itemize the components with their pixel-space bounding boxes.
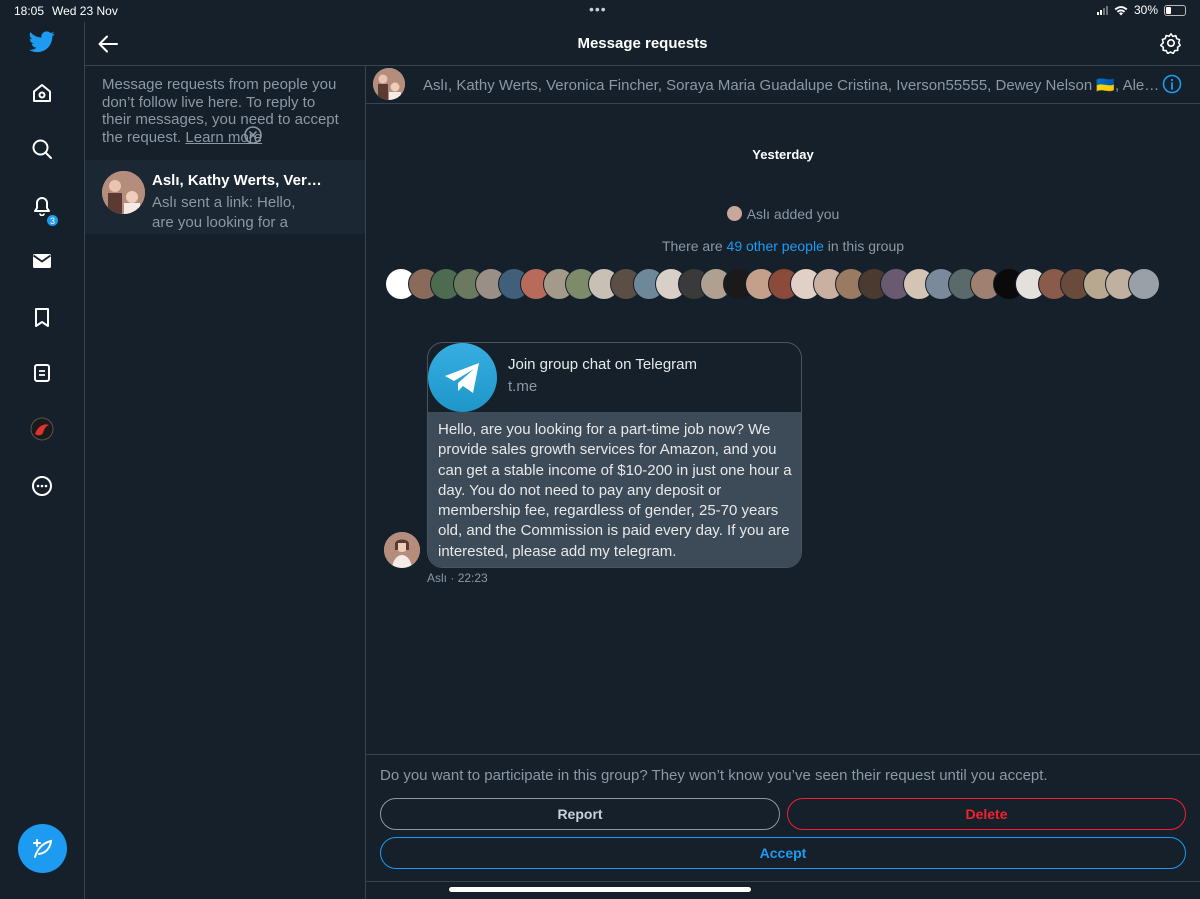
conversation-header[interactable]: Aslı, Kathy Werts, Veronica Fincher, Sor… [366,66,1200,104]
participate-prompt: Do you want to participate in this group… [380,767,1048,784]
status-date: Wed 23 Nov [52,4,118,18]
request-actions: Do you want to participate in this group… [366,754,1200,899]
accept-button[interactable]: Accept [380,837,1186,869]
profile-icon[interactable] [28,415,56,443]
member-facepile[interactable] [385,268,1175,300]
group-avatar [373,68,405,100]
message-requests-list: Message requests from people you don’t f… [85,66,366,899]
others-prefix: There are [661,238,723,254]
notification-count-badge: 3 [46,214,59,227]
group-size-notice: There are 49 other people in this group [366,238,1200,254]
settings-gear-icon[interactable] [1159,32,1184,56]
nav-rail: 3 [0,22,85,899]
added-notice: Aslı added you [366,206,1200,222]
message-time: · 22:23 [450,571,488,585]
link-card-title: Join group chat on Telegram [508,356,698,373]
link-card[interactable]: Join group chat on Telegram t.me Hello, … [427,342,802,568]
battery-fill [1166,6,1171,14]
delete-button[interactable]: Delete [787,798,1186,830]
report-button[interactable]: Report [380,798,780,830]
day-separator: Yesterday [752,147,814,162]
link-card-domain: t.me [508,378,538,395]
request-item[interactable]: Aslı, Kathy Werts, Veronica Fincher Aslı… [85,160,365,234]
request-preview: Aslı sent a link: Hello, are you looking… [152,194,296,231]
home-indicator[interactable] [449,887,751,892]
home-icon[interactable] [28,79,56,107]
battery-percent: 30% [1133,3,1158,17]
battery-icon [1164,4,1186,16]
messages-icon[interactable] [28,247,56,275]
page-title: Message requests [577,35,708,52]
signal-icon [1096,5,1108,15]
telegram-logo-icon [428,343,497,412]
others-suffix: in this group [827,238,905,254]
added-text: Aslı added you [746,206,840,222]
requests-info-text: Message requests from people you don’t f… [85,66,365,146]
adder-avatar [726,206,742,221]
status-indicators: 30% [1096,3,1186,17]
request-name: Aslı, Kathy Werts, Veronica Fincher [152,172,322,189]
sender-avatar[interactable] [384,532,420,568]
other-people-link[interactable]: 49 other people [727,238,824,254]
message-sender: Aslı [427,571,448,585]
more-icon[interactable] [28,472,56,500]
lists-icon[interactable] [28,359,56,387]
message-meta: Aslı · 22:23 [427,571,488,585]
top-bar: Message requests [85,22,1200,66]
wifi-icon [1114,5,1128,15]
member-avatar [1127,268,1160,300]
bookmarks-icon[interactable] [28,303,56,331]
multitasking-dots-icon[interactable]: ••• [589,1,607,17]
dismiss-request-icon[interactable] [243,125,263,150]
twitter-logo-icon[interactable] [28,28,56,56]
avatar [102,171,145,214]
group-members: Aslı, Kathy Werts, Veronica Fincher, Sor… [423,77,1160,94]
info-icon[interactable] [1162,74,1182,99]
divider [366,881,1200,882]
message-text: Hello, are you looking for a part-time j… [428,412,801,567]
status-bar: 18:05 Wed 23 Nov ••• 30% [0,0,1200,22]
link-card-header[interactable]: Join group chat on Telegram t.me [428,343,801,412]
compose-feather-icon [32,838,52,858]
status-time: 18:05 [14,4,45,18]
compose-tweet-button[interactable] [18,824,67,873]
search-icon[interactable] [28,135,56,163]
